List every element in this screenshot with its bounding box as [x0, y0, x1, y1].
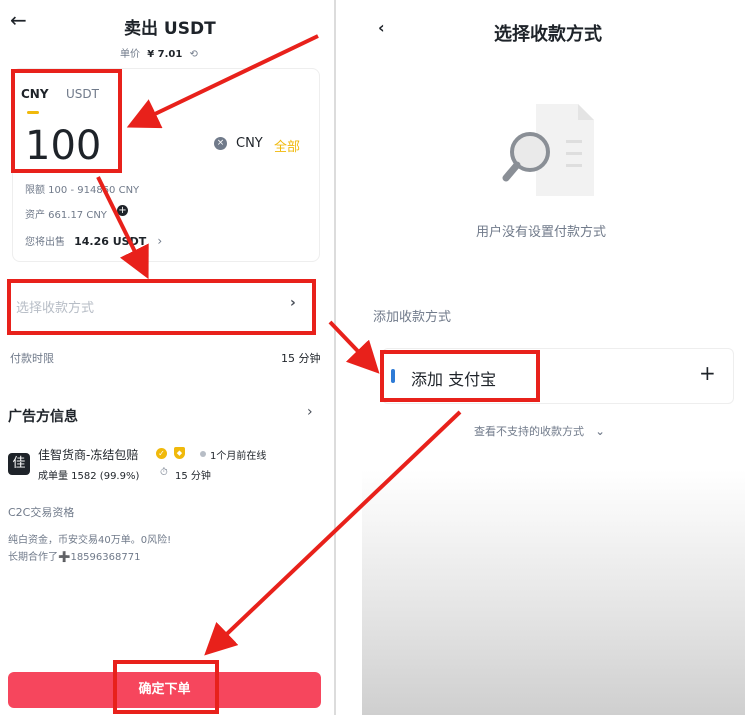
payment-time-label: 付款时限: [10, 352, 54, 365]
amount-card: CNY USDT 100 × CNY 全部 限额 100 - 914860 CN…: [12, 68, 320, 262]
timer-icon: ⏱: [160, 467, 168, 478]
merchant-avatar[interactable]: 佳: [8, 453, 30, 475]
confirm-order-button[interactable]: 确定下单: [8, 672, 321, 708]
payment-time-value: 15 分钟: [281, 352, 321, 365]
sell-value: 14.26 USDT: [74, 235, 147, 248]
all-button[interactable]: 全部: [274, 136, 300, 155]
back-arrow-icon[interactable]: ←: [10, 8, 27, 32]
advertiser-description-line2: 长期合作了➕18596368771: [8, 552, 141, 563]
advertiser-description-line1: 纯白资金，币安交易40万单。0风险!: [8, 535, 172, 546]
sell-order-panel: ← 卖出 USDT 单价 ¥ 7.01 ⟲ CNY USDT 100 × CNY…: [0, 0, 334, 715]
chevron-right-icon: ›: [290, 295, 296, 311]
chevron-right-icon[interactable]: ›: [157, 234, 162, 248]
online-status-dot: [200, 451, 206, 457]
asset-text: 资产 661.17 CNY: [25, 210, 107, 221]
active-tab-indicator: [27, 111, 39, 114]
payment-method-select[interactable]: 选择收款方式 ›: [10, 280, 312, 332]
sell-label: 您将出售: [25, 237, 65, 248]
plus-icon: +: [699, 361, 716, 385]
advertiser-section-title: 广告方信息: [8, 409, 78, 425]
unit-price-label: 单价: [120, 49, 140, 60]
add-alipay-label: 添加 支付宝: [411, 370, 497, 389]
verified-badge-icon: ✓: [156, 448, 167, 459]
currency-label: CNY: [236, 136, 263, 151]
unsupported-methods-label: 查看不支持的收款方式: [474, 425, 584, 438]
bottom-fade-overlay: [362, 470, 745, 715]
alipay-indicator: [391, 369, 395, 383]
unit-price-value: ¥ 7.01: [147, 49, 183, 60]
tab-cny[interactable]: CNY: [21, 87, 49, 101]
view-unsupported-methods-link[interactable]: 查看不支持的收款方式 ⌄: [474, 423, 605, 439]
amount-input[interactable]: 100: [25, 123, 101, 169]
tab-usdt[interactable]: USDT: [66, 87, 99, 101]
empty-document-search-icon: [502, 104, 594, 196]
unit-price-row: 单价 ¥ 7.01 ⟲: [120, 45, 198, 60]
online-status: 1个月前在线: [210, 451, 267, 462]
empty-state-text: 用户没有设置付款方式: [476, 225, 607, 240]
add-payment-method-label: 添加收款方式: [373, 310, 452, 325]
sell-summary: 您将出售 14.26 USDT ›: [25, 230, 162, 249]
add-alipay-button[interactable]: 添加 支付宝 +: [382, 348, 734, 404]
chevron-down-icon: ⌄: [595, 425, 605, 438]
payment-window: 15 分钟: [175, 471, 211, 482]
add-asset-icon[interactable]: +: [117, 205, 128, 216]
limit-text: 限额 100 - 914860 CNY: [25, 185, 140, 196]
c2c-qualification-title: C2C交易资格: [8, 506, 75, 519]
chevron-right-icon[interactable]: ›: [307, 404, 313, 420]
clear-icon[interactable]: ×: [214, 137, 227, 150]
shield-badge-icon: ◆: [174, 447, 185, 459]
page-title: 卖出 USDT: [124, 19, 216, 39]
refresh-icon[interactable]: ⟲: [190, 49, 198, 60]
page-title: 选择收款方式: [494, 24, 602, 45]
back-chevron-icon[interactable]: ‹: [378, 18, 385, 37]
order-count: 成单量 1582 (99.9%): [38, 471, 140, 482]
merchant-name[interactable]: 佳智货商-冻结包赔: [38, 446, 138, 463]
payment-method-placeholder: 选择收款方式: [16, 301, 95, 316]
